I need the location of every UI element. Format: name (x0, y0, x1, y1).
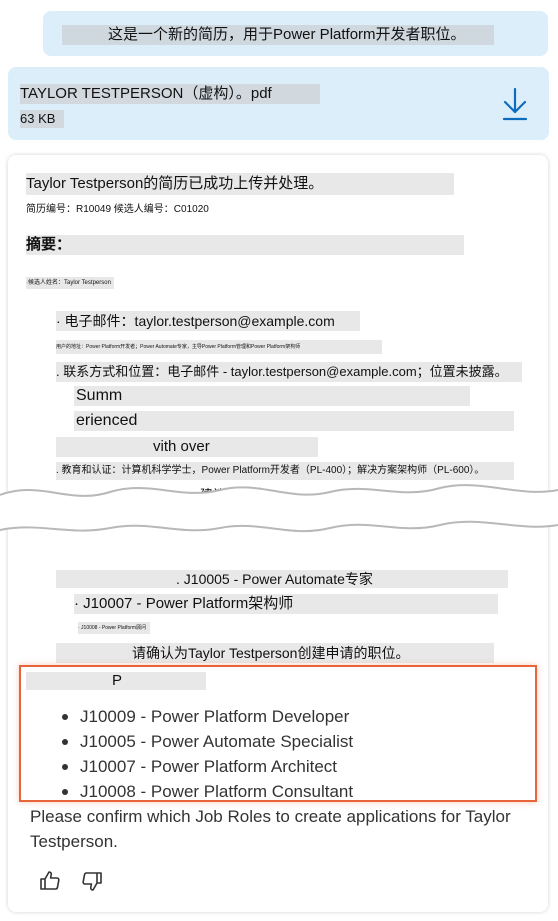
torn-edge-divider (0, 484, 558, 533)
contact-line: . 联系方式和位置：电子邮件 - taylor.testperson@examp… (56, 362, 522, 382)
reply-ids-line: 简历编号：R10049 候选人编号：C01020 (26, 204, 209, 215)
summary-heading: 摘要： (26, 235, 464, 255)
list-item: J10009 - Power Platform Developer (56, 704, 353, 729)
with-over-fragment: vith over (56, 437, 318, 457)
reply-headline: Taylor Testperson的简历已成功上传并处理。 (26, 173, 454, 195)
tiny-line-consultant: · J10008 - Power Platform顾问 (78, 622, 150, 634)
thumbs-down-icon[interactable] (80, 869, 104, 893)
confirm-en-text: Please confirm which Job Roles to create… (30, 807, 511, 851)
email-line: · 电子邮件：taylor.testperson@example.com (56, 311, 360, 331)
thumbs-up-icon[interactable] (38, 869, 62, 893)
user-message-text: 这是一个新的简历，用于Power Platform开发者职位。 (62, 25, 494, 45)
list-item: J10008 - Power Platform Consultant (56, 779, 353, 804)
experienced-fragment: erienced (74, 411, 514, 431)
suggested-roles-list: J10009 - Power Platform Developer J10005… (56, 704, 353, 804)
confirm-cn-line: 请确认为Taylor Testperson创建申请的职位。 (56, 643, 494, 663)
role-line-automate: . J10005 - Power Automate专家 (56, 570, 508, 588)
tiny-line-candidate: ·候选人姓名：Taylor Testperson (26, 277, 114, 289)
list-item: J10007 - Power Platform Architect (56, 754, 353, 779)
attachment-file-size: 63 KB (20, 110, 64, 128)
download-icon[interactable] (500, 86, 530, 122)
role-line-architect: · J10007 - Power Platform架构师 (74, 594, 498, 614)
tiny-line-roles: 用户的地址：Power Platform开发者；Power Automate专家… (56, 340, 382, 354)
list-item: J10005 - Power Automate Specialist (56, 729, 353, 754)
attachment-file-name: TAYLOR TESTPERSON（虚构）。pdf (20, 84, 320, 104)
summary-fragment: Summ (74, 386, 470, 406)
